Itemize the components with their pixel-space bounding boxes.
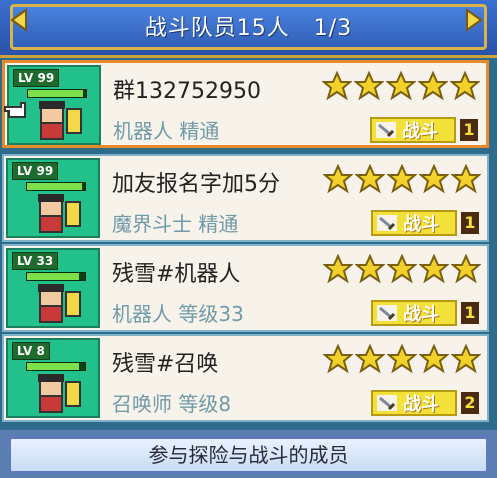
footer-bar: 参与探险与战斗的成员 xyxy=(0,430,497,478)
star-icon xyxy=(419,164,449,194)
team-count-label: 战斗队员15人 xyxy=(144,16,290,41)
star-icon xyxy=(419,254,449,284)
star-icon xyxy=(418,71,448,101)
hp-bar xyxy=(26,272,86,281)
member-name: 残雪#召唤 xyxy=(112,352,219,377)
member-row[interactable]: LV 99 加友报名字加5分 魔界斗士 精通 战斗 1 xyxy=(2,154,489,242)
star-rating xyxy=(323,254,481,284)
member-job: 魔界斗士 精通 xyxy=(112,212,239,236)
sword-icon xyxy=(376,122,396,138)
star-icon xyxy=(450,71,480,101)
star-icon xyxy=(451,254,481,284)
header-bar: 战斗队员15人 1/3 xyxy=(0,0,497,58)
star-icon xyxy=(322,71,352,101)
hp-bar xyxy=(27,89,87,98)
arrow-right-icon[interactable] xyxy=(465,8,483,32)
member-portrait: LV 99 xyxy=(6,158,100,238)
star-icon xyxy=(323,164,353,194)
level-badge: LV 33 xyxy=(12,252,59,270)
battle-label: 战斗 xyxy=(403,394,439,415)
star-icon xyxy=(451,344,481,374)
sword-icon xyxy=(377,215,397,231)
star-icon xyxy=(419,344,449,374)
character-sprite xyxy=(38,194,81,233)
level-badge: LV 8 xyxy=(12,342,50,360)
sword-icon xyxy=(377,305,397,321)
star-icon xyxy=(386,71,416,101)
member-portrait: LV 8 xyxy=(6,338,100,418)
battle-badge: 战斗 xyxy=(371,390,457,416)
character-sprite xyxy=(38,374,81,413)
battle-label: 战斗 xyxy=(403,304,439,325)
member-job: 机器人 精通 xyxy=(113,119,220,143)
battle-label: 战斗 xyxy=(403,214,439,235)
character-sprite xyxy=(38,284,81,323)
level-badge: LV 99 xyxy=(12,162,59,180)
member-job: 召唤师 等级8 xyxy=(112,392,232,416)
battle-count: 2 xyxy=(461,392,479,414)
member-portrait: LV 33 xyxy=(6,248,100,328)
star-icon xyxy=(451,164,481,194)
star-icon xyxy=(355,254,385,284)
star-icon xyxy=(387,254,417,284)
battle-badge: 战斗 xyxy=(371,300,457,326)
star-rating xyxy=(323,164,481,194)
member-row[interactable]: LV 8 残雪#召唤召唤师 等级8 战斗 2 xyxy=(2,334,489,422)
battle-badge: 战斗 xyxy=(370,117,456,143)
party-members-button[interactable]: 参与探险与战斗的成员 xyxy=(8,436,489,474)
battle-badge: 战斗 xyxy=(371,210,457,236)
member-row[interactable]: LV 33 残雪#机器人 机器人 等级33 战斗 1 xyxy=(2,244,489,332)
battle-count: 1 xyxy=(461,302,479,324)
pointer-hand-icon xyxy=(4,102,26,118)
page-indicator: 1/3 xyxy=(313,16,353,41)
member-name: 加友报名字加5分 xyxy=(112,172,280,197)
member-name: 残雪#机器人 xyxy=(112,262,241,287)
star-icon xyxy=(323,344,353,374)
battle-label: 战斗 xyxy=(402,121,438,142)
member-row[interactable]: LV 99 群132752950 机器人 精通 战斗 1 xyxy=(2,60,489,148)
star-icon xyxy=(355,344,385,374)
hp-bar xyxy=(26,182,86,191)
hp-bar xyxy=(26,362,86,371)
battle-count: 1 xyxy=(460,119,478,141)
sword-icon xyxy=(377,395,397,411)
star-icon xyxy=(354,71,384,101)
star-icon xyxy=(387,344,417,374)
star-rating xyxy=(322,71,480,101)
battle-count: 1 xyxy=(461,212,479,234)
star-rating xyxy=(323,344,481,374)
page-title: 战斗队员15人 1/3 xyxy=(0,10,497,42)
member-list: LV 99 群132752950 机器人 精通 战斗 1 LV 99 加友报名字加5分 魔界斗… xyxy=(0,58,497,430)
character-sprite xyxy=(39,101,82,140)
member-name: 群132752950 xyxy=(113,79,261,104)
level-badge: LV 99 xyxy=(13,69,60,87)
star-icon xyxy=(355,164,385,194)
member-job: 机器人 等级33 xyxy=(112,302,244,326)
star-icon xyxy=(387,164,417,194)
star-icon xyxy=(323,254,353,284)
